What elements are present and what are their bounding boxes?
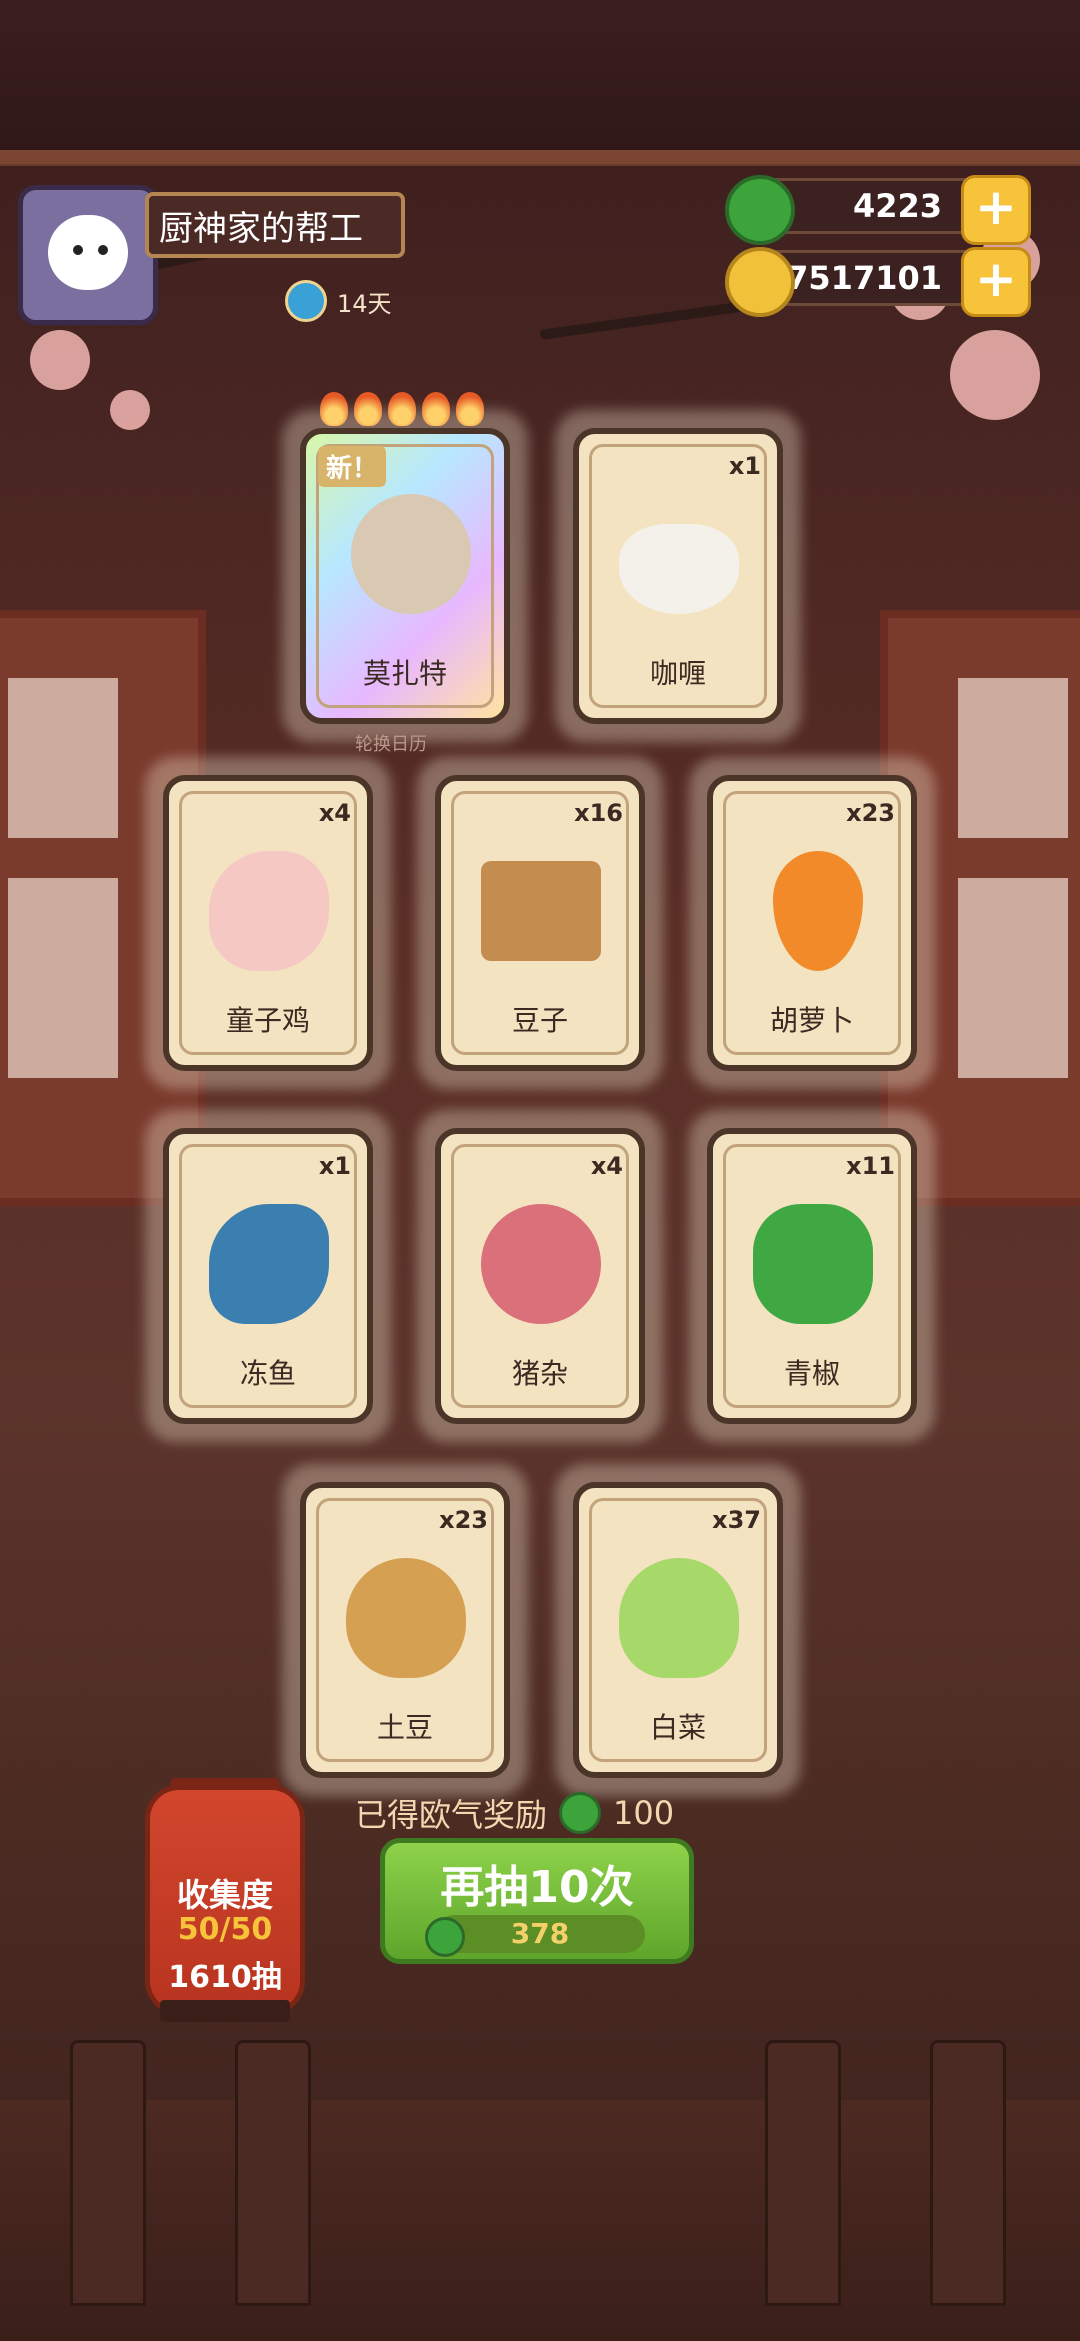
card-name: 童子鸡 [225, 1004, 310, 1037]
collection-lantern[interactable]: 收集度 50/50 1610抽 [145, 1785, 305, 2015]
redraw-10-button[interactable]: 再抽10次 378 [380, 1838, 694, 1964]
rotation-calendar-label[interactable]: 轮换日历 [355, 730, 427, 756]
card-name: 胡萝卜 [769, 1004, 854, 1037]
jade-counter: 4223 + [725, 175, 1031, 245]
lantern-base [160, 2000, 290, 2022]
collection-progress: 50/50 [177, 1912, 273, 1947]
card-name: 豆子 [511, 1004, 568, 1037]
curry-art [619, 524, 739, 614]
card-qty: x4 [590, 1152, 623, 1180]
fish-art [209, 1204, 329, 1324]
floor [0, 2100, 1080, 2341]
fence-post [765, 2040, 841, 2306]
card-qty: x4 [318, 799, 351, 827]
coin-icon [725, 247, 795, 317]
card-name: 土豆 [376, 1711, 433, 1744]
top-shelf [0, 150, 1080, 164]
lucky-reward-label: 已得欧气奖励 [355, 1796, 548, 1834]
card-item[interactable]: x1 冻鱼 [145, 1110, 391, 1442]
card-item[interactable]: 新！ 莫扎特 [282, 392, 528, 742]
player-avatar[interactable] [18, 185, 158, 325]
fence-post [235, 2040, 311, 2306]
offal-art [481, 1204, 601, 1324]
blossom-decor [950, 330, 1040, 420]
card-name: 白菜 [649, 1711, 706, 1744]
coin-counter: 77517101 + [725, 247, 1031, 317]
jade-icon [425, 1917, 465, 1957]
card-qty: x23 [846, 799, 895, 827]
top-decor-bar [0, 0, 1080, 166]
blossom-decor [30, 330, 90, 390]
jade-amount: 4223 [852, 187, 942, 225]
days-label: 14天 [337, 289, 392, 318]
fence-post [70, 2040, 146, 2306]
coin-plus-button[interactable]: + [961, 247, 1031, 317]
card-qty: x11 [846, 1152, 895, 1180]
collection-draws: 1610抽 [168, 1960, 282, 1995]
beans-art [481, 861, 601, 961]
pepper-art [753, 1204, 873, 1324]
card-qty: x1 [318, 1152, 351, 1180]
card-item[interactable]: x1 咖喱 [555, 410, 801, 742]
blossom-decor [110, 390, 150, 430]
card-qty: x16 [574, 799, 623, 827]
lucky-reward-amount: 100 [613, 1794, 675, 1832]
card-qty: x23 [439, 1506, 488, 1534]
chicken-art [209, 851, 329, 971]
new-badge: 新！ [318, 446, 387, 487]
card-item[interactable]: x4 童子鸡 [145, 757, 391, 1089]
collection-title: 收集度 [176, 1876, 273, 1914]
lucky-reward: 已得欧气奖励 100 [355, 1790, 674, 1836]
card-qty: x1 [728, 452, 761, 480]
card-name: 咖喱 [649, 657, 706, 690]
redraw-cost: 378 [425, 1915, 645, 1957]
potato-art [346, 1558, 466, 1678]
card-item[interactable]: x11 青椒 [689, 1110, 935, 1442]
card-item[interactable]: x37 白菜 [555, 1464, 801, 1796]
clock-icon [285, 280, 327, 322]
jade-icon [559, 1792, 602, 1834]
jade-plus-button[interactable]: + [961, 175, 1031, 245]
fence-post [930, 2040, 1006, 2306]
card-item[interactable]: x23 胡萝卜 [689, 757, 935, 1089]
card-qty: x37 [712, 1506, 761, 1534]
card-item[interactable]: x23 土豆 [282, 1464, 528, 1796]
jade-icon [725, 175, 795, 245]
card-item[interactable]: x16 豆子 [417, 757, 663, 1089]
mozart-portrait [351, 494, 471, 614]
card-name: 莫扎特 [362, 657, 447, 690]
redraw-cost-value: 378 [510, 1917, 570, 1950]
days-counter: 14天 [285, 280, 392, 322]
card-name: 猪杂 [511, 1357, 568, 1390]
flame-icon [320, 392, 484, 426]
redraw-label: 再抽10次 [440, 1862, 634, 1913]
card-item[interactable]: x4 猪杂 [417, 1110, 663, 1442]
card-name: 青椒 [783, 1357, 840, 1390]
player-name: 厨神家的帮工 [145, 192, 405, 258]
card-name: 冻鱼 [239, 1357, 296, 1390]
cabbage-art [619, 1558, 739, 1678]
